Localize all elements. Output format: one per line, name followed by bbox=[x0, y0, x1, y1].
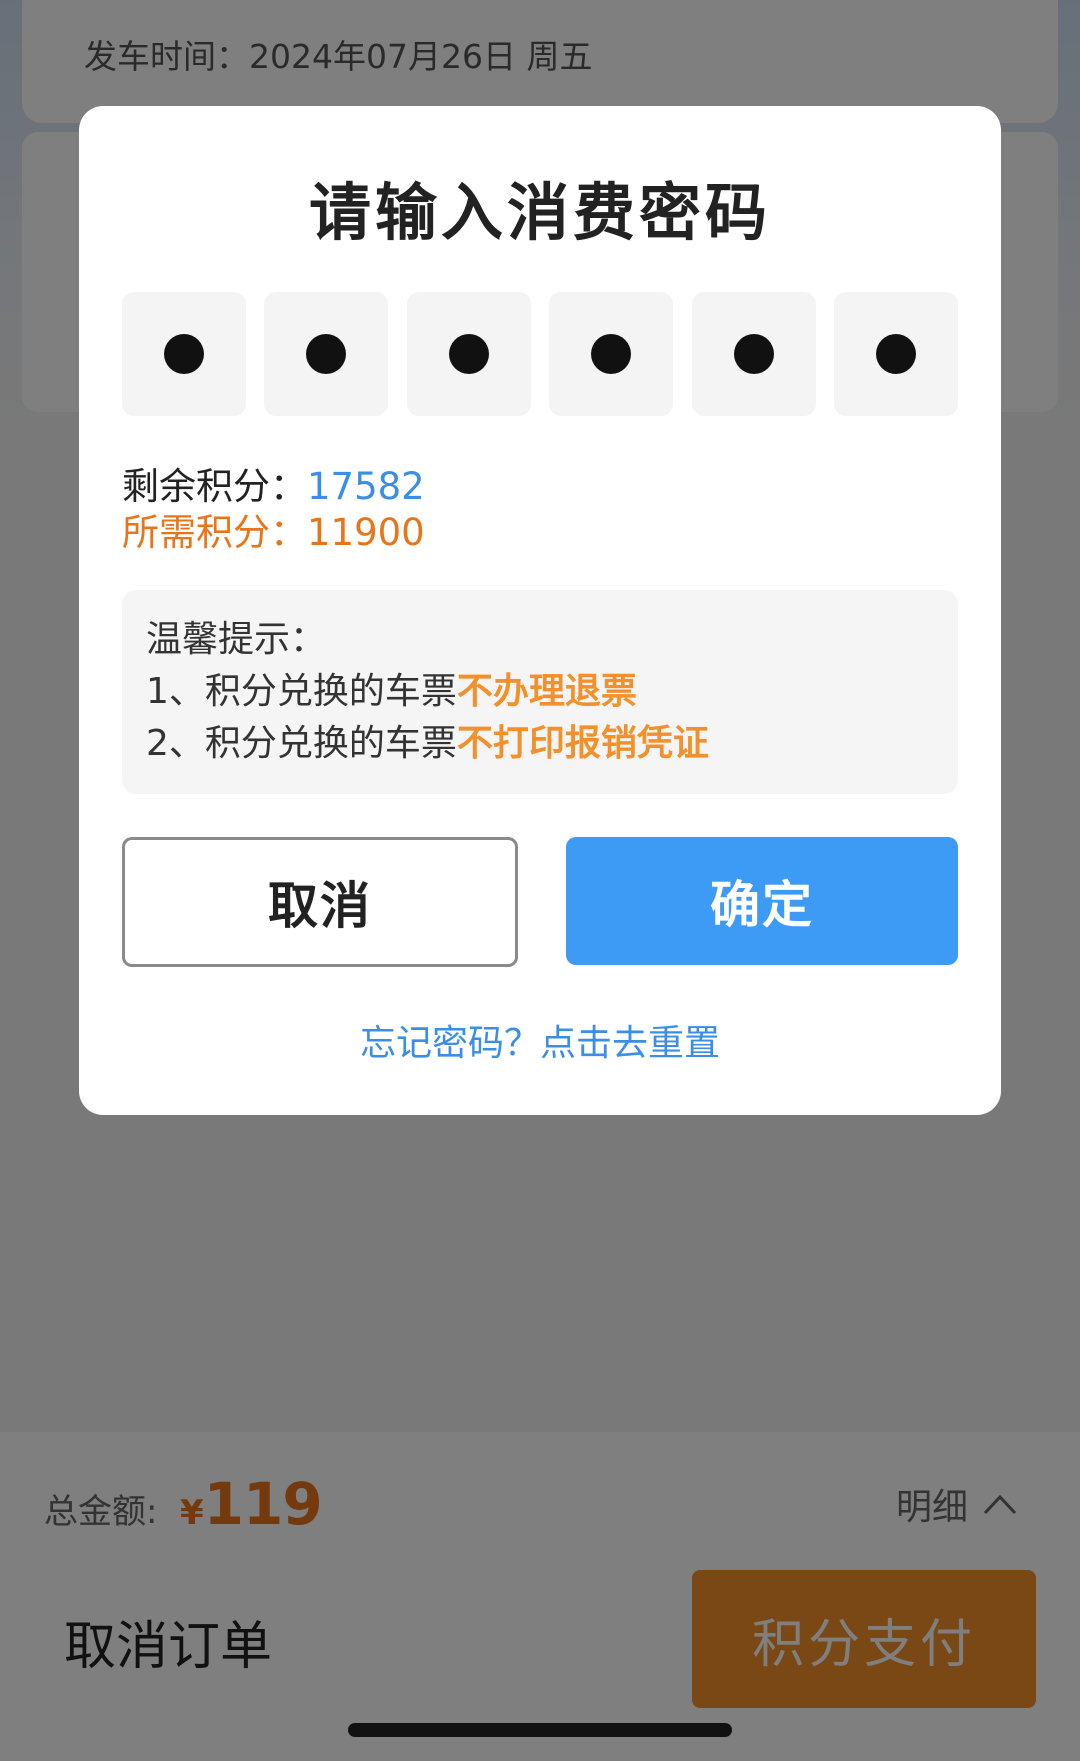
tip-highlight: 不打印报销凭证 bbox=[456, 723, 709, 764]
password-modal: 请输入消费密码 剩余积分：17582 所需积分：11900 温馨提示： 1、积分… bbox=[79, 106, 1001, 1115]
pin-dot bbox=[306, 334, 347, 374]
cancel-button[interactable]: 取消 bbox=[122, 837, 518, 967]
pin-box[interactable] bbox=[833, 292, 958, 416]
pin-dot bbox=[591, 334, 632, 374]
pin-box[interactable] bbox=[122, 292, 246, 416]
tip-item: 1、积分兑换的车票不办理退票 bbox=[146, 666, 934, 718]
required-points-value: 11900 bbox=[307, 511, 425, 554]
tip-item: 2、积分兑换的车票不打印报销凭证 bbox=[146, 718, 934, 770]
pin-box[interactable] bbox=[691, 292, 816, 416]
modal-title: 请输入消费密码 bbox=[308, 176, 771, 249]
required-points: 所需积分：11900 bbox=[122, 502, 425, 556]
pin-input[interactable] bbox=[122, 292, 958, 416]
pin-box[interactable] bbox=[549, 292, 674, 416]
forgot-password-link[interactable]: 忘记密码？点击去重置 bbox=[79, 1014, 1001, 1066]
pin-dot bbox=[733, 334, 774, 374]
pin-box[interactable] bbox=[264, 292, 389, 416]
tip-highlight: 不办理退票 bbox=[456, 671, 637, 712]
pin-dot bbox=[875, 334, 916, 374]
pin-box[interactable] bbox=[406, 292, 531, 416]
confirm-button[interactable]: 确定 bbox=[566, 837, 958, 965]
required-points-label: 所需积分： bbox=[122, 511, 307, 554]
pin-dot bbox=[164, 334, 204, 374]
pin-dot bbox=[448, 334, 489, 374]
tip-text: 1、积分兑换的车票 bbox=[146, 671, 457, 712]
tips-title: 温馨提示： bbox=[146, 619, 327, 660]
tips-box: 温馨提示： 1、积分兑换的车票不办理退票 2、积分兑换的车票不打印报销凭证 bbox=[122, 590, 958, 794]
tip-text: 2、积分兑换的车票 bbox=[146, 723, 457, 764]
